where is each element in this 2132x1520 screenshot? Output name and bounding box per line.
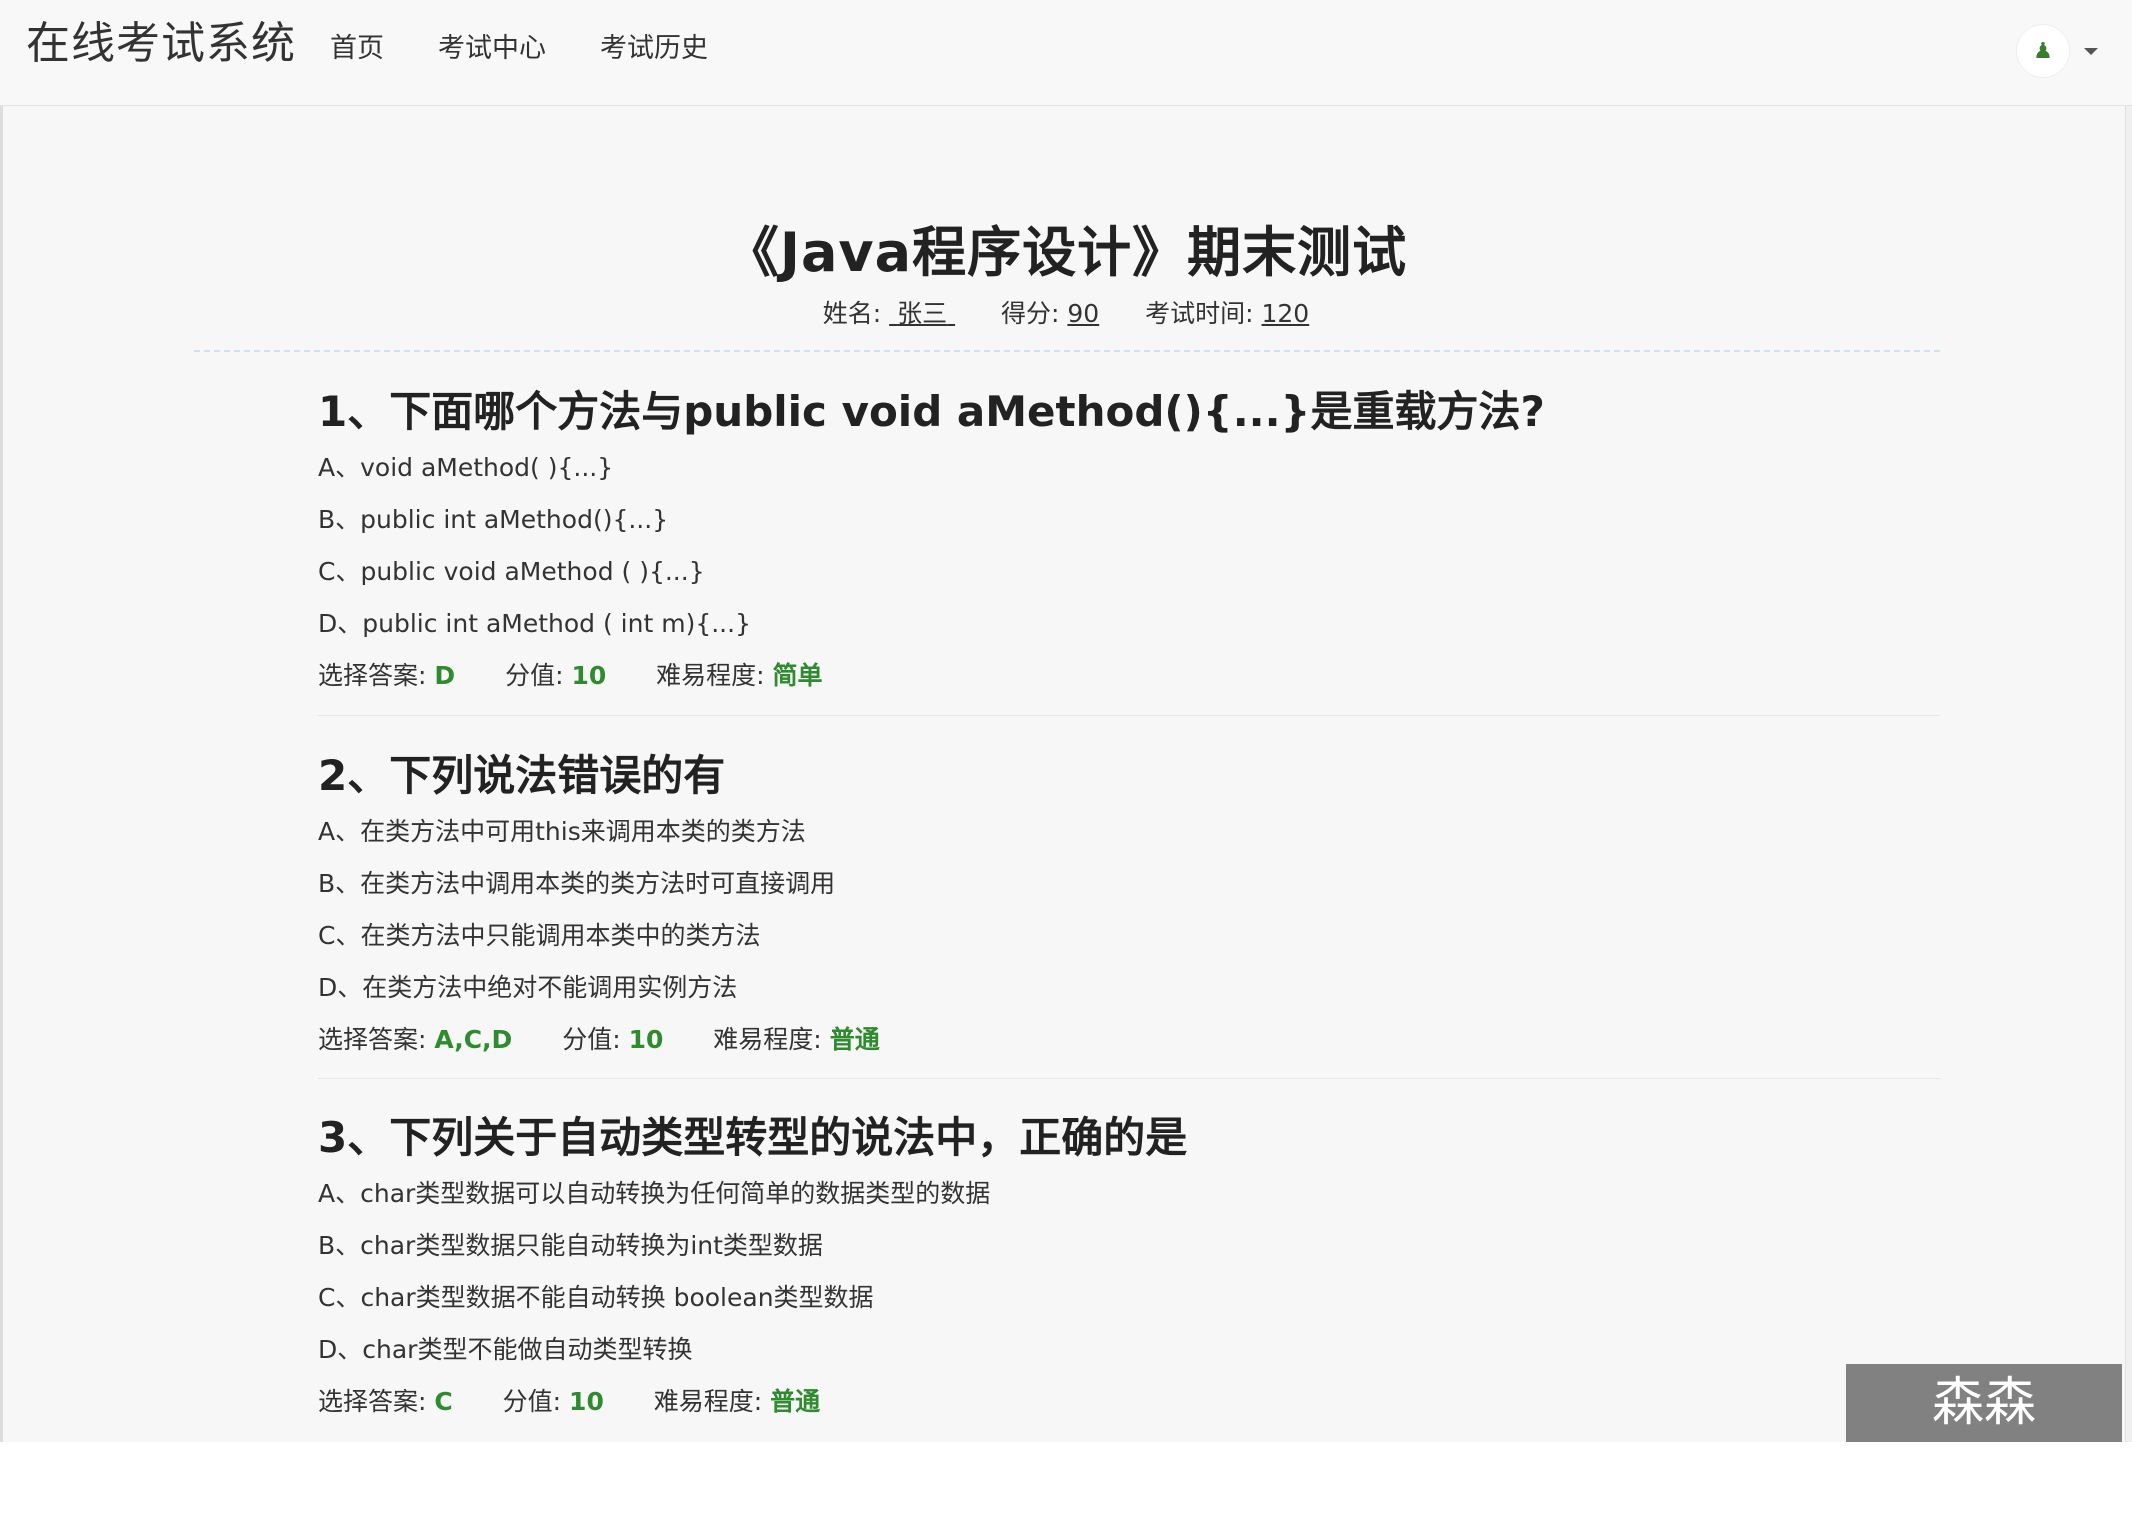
option-d: D、public int aMethod ( int m){...} — [318, 609, 751, 638]
name-label: 姓名: — [822, 299, 882, 328]
answer-value: A,C,D — [434, 1025, 513, 1054]
answer-label: 选择答案: — [318, 661, 427, 690]
points-label: 分值: — [502, 1387, 562, 1416]
option-a: A、在类方法中可用this来调用本类的类方法 — [318, 817, 806, 846]
question-title: 3、下列关于自动类型转型的说法中，正确的是 — [318, 1113, 1188, 1162]
question-info: 选择答案: D 分值: 10 难易程度: 简单 — [318, 650, 1940, 702]
question-title: 1、下面哪个方法与public void aMethod(){...}是重载方法… — [318, 387, 1545, 436]
time-label: 考试时间: — [1145, 299, 1254, 328]
option-d: D、char类型不能做自动类型转换 — [318, 1335, 693, 1364]
time-value: 120 — [1261, 299, 1310, 328]
option-a: A、char类型数据可以自动转换为任何简单的数据类型的数据 — [318, 1179, 991, 1208]
question-1: 1、下面哪个方法与public void aMethod(){...}是重载方法… — [318, 382, 1940, 702]
option-b: B、char类型数据只能自动转换为int类型数据 — [318, 1231, 823, 1260]
chevron-down-icon[interactable] — [2084, 47, 2098, 55]
exam-title: 《Java程序设计》期末测试 — [724, 221, 1408, 284]
question-3: 3、下列关于自动类型转型的说法中，正确的是 A、char类型数据可以自动转换为任… — [318, 1108, 1940, 1428]
option-b: B、在类方法中调用本类的类方法时可直接调用 — [318, 869, 836, 898]
name-value: 张三 — [897, 299, 948, 328]
user-avatar-icon[interactable]: ♟ — [2016, 24, 2070, 78]
option-c: C、在类方法中只能调用本类中的类方法 — [318, 921, 761, 950]
answer-label: 选择答案: — [318, 1025, 427, 1054]
nav-links: 首页 考试中心 考试历史 — [330, 0, 762, 90]
points-value: 10 — [571, 661, 607, 690]
question-title: 2、下列说法错误的有 — [318, 751, 726, 800]
option-c: C、char类型数据不能自动转换 boolean类型数据 — [318, 1283, 874, 1312]
points-value: 10 — [569, 1387, 604, 1416]
nav-exam-history[interactable]: 考试历史 — [600, 22, 708, 69]
option-d: D、在类方法中绝对不能调用实例方法 — [318, 973, 738, 1002]
app-brand[interactable]: 在线考试系统 — [26, 14, 296, 74]
top-navbar: 在线考试系统 首页 考试中心 考试历史 ♟ — [0, 0, 2132, 106]
nav-home[interactable]: 首页 — [330, 22, 384, 69]
points-label: 分值: — [505, 661, 564, 690]
difficulty-value: 普通 — [770, 1387, 821, 1416]
points-value: 10 — [628, 1025, 664, 1054]
question-divider — [318, 715, 1940, 716]
difficulty-label: 难易程度: — [656, 661, 765, 690]
difficulty-value: 普通 — [829, 1025, 880, 1054]
answer-label: 选择答案: — [318, 1387, 427, 1416]
nav-exam-center[interactable]: 考试中心 — [438, 22, 546, 69]
answer-value: D — [434, 661, 456, 690]
option-b: B、public int aMethod(){...} — [318, 505, 669, 534]
difficulty-value: 简单 — [772, 661, 823, 690]
header-divider — [194, 350, 1940, 352]
difficulty-label: 难易程度: — [653, 1387, 763, 1416]
question-divider — [318, 1078, 1940, 1079]
question-info: 选择答案: C 分值: 10 难易程度: 普通 — [318, 1376, 1940, 1428]
points-label: 分值: — [562, 1025, 621, 1054]
exam-meta: 姓名: 张三 得分: 90 考试时间: 120 — [0, 294, 2132, 330]
option-c: C、public void aMethod ( ){...} — [318, 557, 705, 586]
answer-value: C — [434, 1387, 453, 1416]
question-info: 选择答案: A,C,D 分值: 10 难易程度: 普通 — [318, 1014, 1940, 1066]
question-2: 2、下列说法错误的有 A、在类方法中可用this来调用本类的类方法 B、在类方法… — [318, 746, 1940, 1066]
score-label: 得分: — [1001, 299, 1060, 328]
watermark: 森森coding — [1846, 1364, 2122, 1511]
user-menu[interactable]: ♟ — [2016, 22, 2098, 80]
option-a: A、void aMethod( ){...} — [318, 453, 614, 482]
difficulty-label: 难易程度: — [713, 1025, 822, 1054]
score-value: 90 — [1067, 299, 1100, 328]
